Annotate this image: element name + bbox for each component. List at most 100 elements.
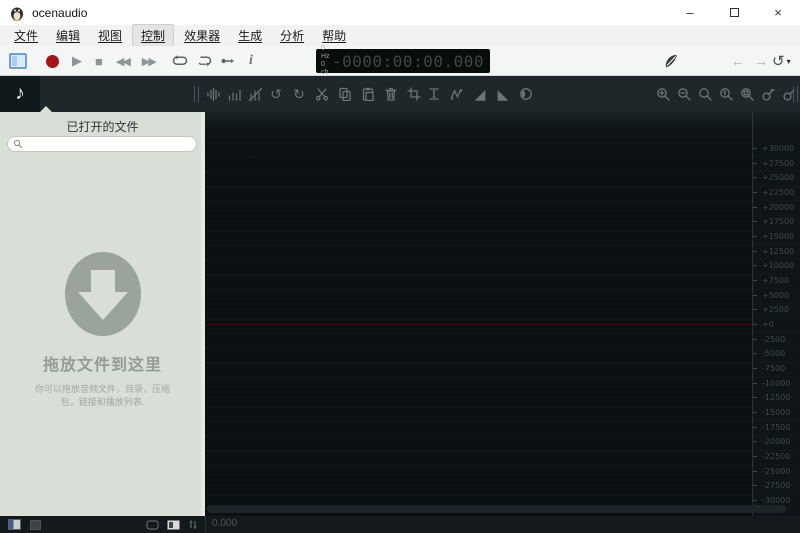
record-icon	[46, 55, 59, 68]
delete-button[interactable]	[381, 83, 401, 105]
tab-opened-files[interactable]: ♪	[0, 76, 40, 112]
play-from-cursor-button[interactable]	[220, 54, 236, 68]
cursor-position-value: 0.000	[212, 518, 237, 529]
amplitude-label: +10000	[762, 261, 794, 270]
amplitude-label: +20000	[762, 203, 794, 212]
amplitude-label: -30000	[762, 496, 790, 505]
history-icon: ↺	[772, 52, 785, 70]
crop-button[interactable]	[404, 83, 424, 105]
redo-button[interactable]: ↻	[289, 83, 309, 105]
fade-in-button[interactable]: ◢	[470, 83, 490, 105]
file-drop-zone[interactable]: 拖放文件到这里 你可以拖放音频文件，目录，压缩包，链接和播放列表.	[0, 252, 205, 409]
selection-mode-button[interactable]	[146, 516, 159, 533]
fast-forward-button[interactable]: ▶▶	[142, 55, 155, 68]
drop-arrow-icon	[64, 252, 142, 336]
drop-zone-title: 拖放文件到这里	[0, 351, 205, 375]
info-button[interactable]: i	[249, 53, 253, 69]
stop-icon: ■	[95, 54, 103, 69]
menu-control[interactable]: 控制	[132, 24, 174, 47]
waveform-view-button[interactable]	[203, 83, 223, 105]
menu-analyze[interactable]: 分析	[272, 25, 312, 46]
menu-help[interactable]: 帮助	[314, 25, 354, 46]
stop-button[interactable]: ■	[95, 54, 103, 69]
toolbar-grip-handle-right[interactable]	[793, 86, 798, 102]
sort-order-button[interactable]	[188, 516, 198, 533]
close-button[interactable]: ×	[756, 0, 800, 25]
dropdown-arrow-icon: ▾	[787, 57, 791, 66]
interpolate-button[interactable]	[447, 83, 467, 105]
menu-generate[interactable]: 生成	[230, 25, 270, 46]
loop-playback-button[interactable]	[172, 54, 188, 68]
interpolate-icon	[450, 87, 465, 101]
toggle-file-list-button[interactable]	[8, 516, 21, 533]
maximize-button[interactable]	[712, 0, 756, 25]
view-mode-button[interactable]	[167, 516, 180, 533]
menu-edit[interactable]: 编辑	[48, 25, 88, 46]
menu-effects[interactable]: 效果器	[176, 25, 228, 46]
amplitude-label: -25000	[762, 467, 790, 476]
amplitude-label: +22500	[762, 188, 794, 197]
amplitude-label: +27500	[762, 159, 794, 168]
nav-forward-button[interactable]: →	[754, 53, 768, 69]
nav-back-button[interactable]: ←	[731, 53, 745, 69]
fade-out-icon: ◣	[498, 87, 509, 101]
trim-silence-button[interactable]	[424, 83, 444, 105]
history-dropdown-button[interactable]: ↺ ▾	[772, 52, 791, 70]
amplitude-label: +25000	[762, 173, 794, 182]
time-display[interactable]: 0 Hz 0 ch -0000:00:00.000	[316, 49, 490, 73]
zoom-selection-button[interactable]	[695, 83, 715, 105]
undo-button[interactable]: ↺	[266, 83, 286, 105]
horizontal-scrollbar[interactable]	[207, 505, 786, 513]
amplitude-label: +5000	[762, 291, 789, 300]
record-button[interactable]	[46, 55, 59, 68]
window-title: ocenaudio	[32, 6, 87, 20]
amplitude-ruler[interactable]: +30000+27500+25000+22500+20000+17500+150…	[752, 112, 800, 516]
minimize-button[interactable]: –	[668, 0, 712, 25]
menu-file[interactable]: 文件	[6, 25, 46, 46]
zoom-full-button[interactable]	[737, 83, 757, 105]
properties-panel-icon	[30, 520, 41, 530]
spectrogram-view-button[interactable]	[224, 83, 244, 105]
search-icon	[13, 139, 23, 149]
spectral-edit-view-icon	[248, 87, 263, 102]
rewind-button[interactable]: ◀◀	[116, 55, 129, 68]
zoom-in-button[interactable]	[653, 83, 673, 105]
monitor-input-icon	[662, 52, 680, 70]
menu-bar: 文件 编辑 视图 控制 效果器 生成 分析 帮助	[0, 25, 800, 46]
monitor-input-button[interactable]	[662, 52, 680, 70]
loudness-button[interactable]	[516, 83, 536, 105]
paste-button[interactable]	[358, 83, 378, 105]
menu-view[interactable]: 视图	[90, 25, 130, 46]
search-input[interactable]	[23, 138, 196, 150]
loop-selection-button[interactable]	[196, 54, 212, 68]
cut-button[interactable]	[312, 83, 332, 105]
up-down-arrows-icon	[188, 519, 198, 530]
copy-button[interactable]	[335, 83, 355, 105]
statusbar-separator	[205, 516, 206, 533]
file-search-box[interactable]	[7, 136, 197, 152]
zoom-one-to-one-icon	[719, 87, 734, 102]
spectrogram-view-icon	[227, 87, 242, 102]
vertical-zoom-in-button[interactable]	[758, 83, 778, 105]
sidebar-panel-icon	[9, 53, 27, 69]
title-bar[interactable]: ocenaudio – ×	[0, 0, 800, 25]
zoom-full-icon	[740, 87, 755, 102]
drop-zone-hint: 你可以拖放音频文件，目录，压缩包，链接和播放列表.	[27, 383, 179, 409]
paste-icon	[361, 87, 375, 101]
fade-out-button[interactable]: ◣	[493, 83, 513, 105]
waveform-editor[interactable]: +30000+27500+25000+22500+20000+17500+150…	[205, 112, 800, 516]
amplitude-label: -20000	[762, 437, 790, 446]
spectral-edit-view-button[interactable]	[245, 83, 265, 105]
amplitude-label: +7500	[762, 276, 789, 285]
toggle-sidebar-button[interactable]	[9, 53, 27, 69]
amplitude-label: -27500	[762, 481, 790, 490]
zoom-out-button[interactable]	[674, 83, 694, 105]
toggle-properties-button[interactable]	[30, 516, 41, 533]
crop-icon	[407, 87, 421, 101]
amplitude-label: +12500	[762, 247, 794, 256]
active-tab-notch	[40, 106, 52, 112]
zoom-one-to-one-button[interactable]	[716, 83, 736, 105]
toolbar-grip-handle[interactable]	[194, 86, 199, 102]
play-button[interactable]: ▶	[72, 53, 82, 69]
forward-arrow-icon: →	[754, 53, 768, 69]
